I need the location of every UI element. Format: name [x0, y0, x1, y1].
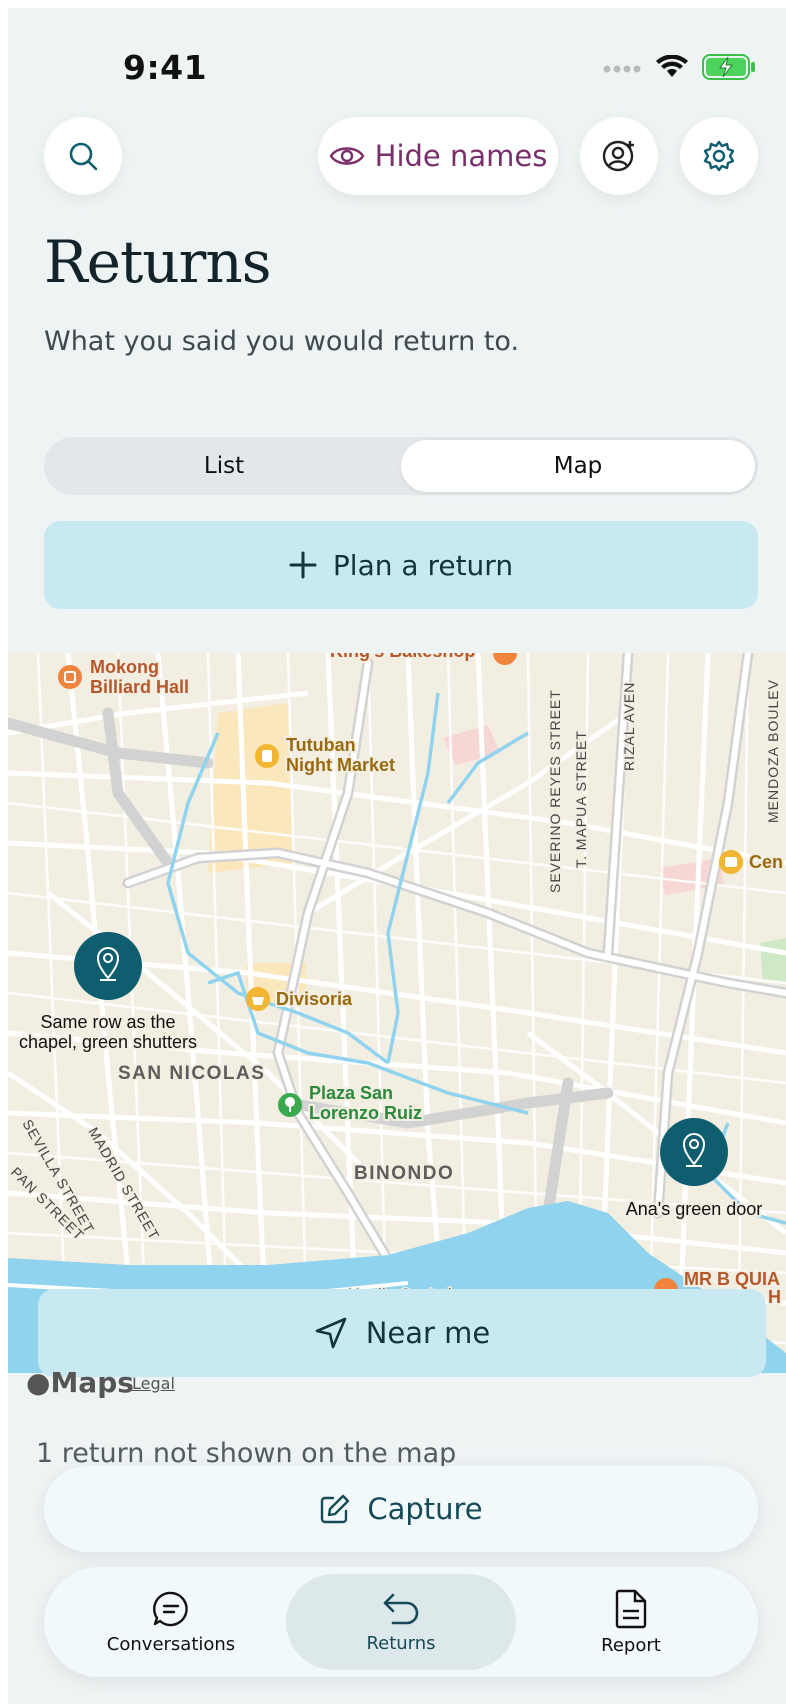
district-san-nicolas: SAN NICOLAS	[118, 1063, 265, 1084]
page-title: Returns	[44, 228, 272, 296]
battery-charging-icon	[702, 54, 756, 84]
near-me-button[interactable]: Near me	[38, 1289, 766, 1377]
search-icon	[69, 142, 98, 171]
plus-icon	[289, 551, 317, 579]
navigation-arrow-icon	[315, 1317, 347, 1349]
eye-icon	[329, 147, 365, 165]
near-me-label: Near me	[365, 1316, 491, 1350]
hide-names-button[interactable]: Hide names	[318, 117, 558, 195]
poi-label: MR B QUIA	[684, 1269, 780, 1289]
poi-label: King's Bakeshop	[330, 653, 475, 661]
street-label: RIZAL AVEN	[621, 682, 637, 771]
district-binondo: BINONDO	[354, 1163, 454, 1184]
map-view[interactable]: SEVERINO REYES STREET T. MAPUA STREET RI…	[8, 653, 786, 1373]
tab-map[interactable]: Map	[401, 440, 755, 492]
tab-bar: Conversations Returns Report	[44, 1567, 758, 1677]
return-pin-label: chapel, green shutters	[19, 1032, 197, 1052]
document-icon	[615, 1589, 647, 1628]
plan-return-button[interactable]: Plan a return	[44, 521, 758, 609]
street-label: MENDOZA BOULEV	[765, 679, 781, 823]
poi-label: Cen	[749, 852, 783, 872]
apple-icon: ●	[26, 1366, 51, 1399]
status-icons	[602, 54, 756, 84]
search-button[interactable]	[44, 117, 122, 195]
tab-list[interactable]: List	[47, 440, 401, 492]
hide-names-label: Hide names	[374, 139, 548, 173]
poi-label: Plaza San	[309, 1083, 393, 1103]
settings-button[interactable]	[680, 117, 758, 195]
gear-icon	[703, 140, 735, 172]
app-screen: 9:41 Hide names Returns What you said yo…	[8, 8, 786, 1704]
poi-label: Tutuban	[286, 735, 356, 755]
poi-label: Divisoria	[276, 989, 353, 1009]
tab-label: Conversations	[106, 1633, 236, 1655]
street-label: SEVERINO REYES STREET	[547, 689, 563, 893]
edit-icon	[321, 1494, 350, 1524]
page-subtitle: What you said you would return to.	[44, 326, 520, 357]
status-time: 9:41	[123, 48, 208, 87]
tab-label: Report	[601, 1634, 661, 1656]
capture-label: Capture	[367, 1492, 483, 1526]
add-person-icon	[602, 140, 634, 172]
tab-conversations[interactable]: Conversations	[56, 1574, 286, 1670]
return-pin-label: Same row as the	[40, 1012, 175, 1032]
poi-divisoria[interactable]: Divisoria	[246, 987, 355, 1011]
street-label: T. MAPUA STREET	[573, 730, 589, 868]
capture-button[interactable]: Capture	[44, 1466, 758, 1552]
poi-label: Night Market	[286, 755, 395, 775]
not-shown-note: 1 return not shown on the map	[36, 1438, 457, 1469]
return-pin-label: Ana's green door	[626, 1199, 763, 1219]
view-toggle: List Map	[44, 437, 758, 495]
wifi-icon	[656, 54, 688, 83]
tab-returns[interactable]: Returns	[286, 1574, 516, 1670]
poi-label: Billiard Hall	[90, 677, 189, 697]
poi-label: Mokong	[90, 657, 159, 677]
add-person-button[interactable]	[580, 117, 658, 195]
tab-report[interactable]: Report	[516, 1574, 746, 1670]
chat-bubble-icon	[153, 1591, 188, 1626]
poi-label: H	[768, 1287, 781, 1307]
tab-label: Returns	[366, 1632, 436, 1654]
maps-attribution-logo: ●Maps	[26, 1366, 134, 1399]
signal-icon	[602, 60, 642, 79]
map-canvas: SEVERINO REYES STREET T. MAPUA STREET RI…	[8, 653, 786, 1373]
plan-return-label: Plan a return	[332, 548, 514, 582]
poi-cen[interactable]: Cen	[719, 850, 785, 874]
return-arrow-icon	[383, 1593, 419, 1624]
maps-legal-link[interactable]: Legal	[132, 1374, 175, 1393]
poi-label: Lorenzo Ruiz	[309, 1103, 422, 1123]
